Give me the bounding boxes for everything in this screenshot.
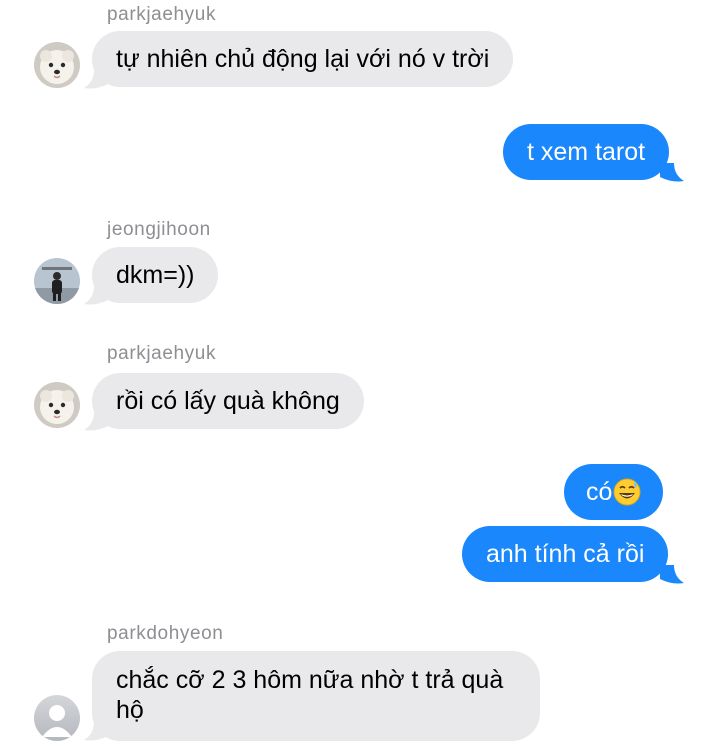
pomeranian-dog-avatar[interactable] [34,382,80,428]
bubble-tail [660,163,684,182]
bubble-tail [84,70,108,89]
message-text: tự nhiên chủ động lại với nó v trời [116,45,490,73]
outgoing-message-bubble[interactable]: anh tính cả rồi [462,526,669,582]
message-text: dkm=)) [116,261,195,289]
incoming-message-bubble[interactable]: tự nhiên chủ động lại với nó v trời [92,31,514,87]
sender-name: parkjaehyuk [107,4,217,25]
sender-name: parkjaehyuk [107,343,217,364]
sender-name: parkdohyeon [107,623,224,644]
bubble-tail [84,286,108,305]
default-person-avatar[interactable] [34,695,80,741]
incoming-message-bubble[interactable]: rồi có lấy quà không [92,373,364,429]
message-text: anh tính cả rồi [486,540,645,568]
message-text: chắc cỡ 2 3 hôm nữa nhờ t trả quà hộ [116,666,504,724]
incoming-message-bubble[interactable]: chắc cỡ 2 3 hôm nữa nhờ t trả quà hộ [92,651,540,741]
grinning-sweat-emoji [613,478,641,506]
bubble-tail [84,722,108,741]
incoming-message-bubble[interactable]: dkm=)) [92,247,219,303]
person-photo-avatar[interactable] [34,258,80,304]
outgoing-message-bubble[interactable]: có [564,464,664,520]
pomeranian-dog-avatar[interactable] [34,42,80,88]
sender-name: jeongjihoon [107,219,211,240]
message-text: t xem tarot [527,138,646,166]
outgoing-message-bubble[interactable]: t xem tarot [503,124,670,180]
bubble-tail [660,565,684,584]
message-text: rồi có lấy quà không [116,387,340,415]
bubble-tail [84,412,108,431]
message-text: có [586,478,613,506]
